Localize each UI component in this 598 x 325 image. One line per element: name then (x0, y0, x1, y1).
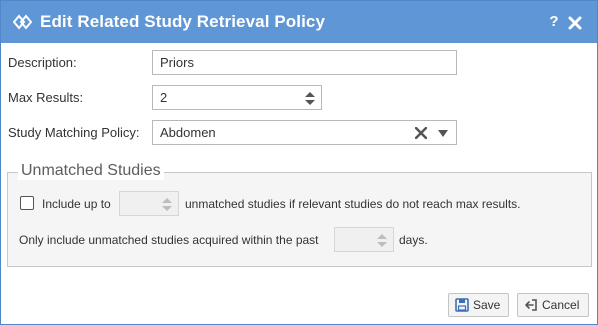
cancel-button[interactable]: Cancel (517, 293, 589, 317)
diamond-link-icon (13, 14, 33, 30)
max-results-stepper[interactable]: 2 (152, 85, 322, 110)
matching-policy-select[interactable]: Abdomen (152, 120, 457, 145)
dialog-title: Edit Related Study Retrieval Policy (40, 12, 326, 31)
include-count-stepper[interactable] (119, 191, 179, 216)
exit-icon (525, 299, 537, 311)
spinner-arrows-icon[interactable] (377, 234, 387, 247)
unmatched-studies-legend: Unmatched Studies (18, 162, 164, 180)
dialog-titlebar: Edit Related Study Retrieval Policy ? (1, 1, 597, 43)
cancel-button-label: Cancel (542, 298, 580, 312)
description-label: Description: (8, 55, 77, 70)
chevron-down-icon[interactable] (438, 130, 448, 137)
save-button-label: Save (473, 298, 501, 312)
description-input[interactable]: Priors (152, 50, 457, 75)
close-icon[interactable] (567, 13, 583, 31)
spinner-arrows-icon[interactable] (162, 198, 172, 211)
include-prefix-text: Include up to (42, 197, 111, 211)
unmatched-studies-group (7, 172, 592, 267)
max-results-label: Max Results: (8, 90, 84, 105)
max-results-value: 2 (160, 90, 168, 105)
include-suffix-text: unmatched studies if relevant studies do… (185, 197, 521, 211)
description-value: Priors (160, 55, 194, 70)
clear-icon[interactable] (415, 127, 427, 139)
within-prefix-text: Only include unmatched studies acquired … (19, 233, 319, 247)
matching-policy-value: Abdomen (160, 125, 216, 140)
save-icon (455, 298, 469, 312)
dialog: Edit Related Study Retrieval Policy ? De… (0, 0, 598, 325)
include-unmatched-checkbox[interactable] (20, 196, 34, 210)
save-button[interactable]: Save (448, 293, 509, 317)
spinner-arrows-icon[interactable] (305, 92, 315, 105)
matching-policy-label: Study Matching Policy: (8, 125, 140, 140)
help-button[interactable]: ? (546, 13, 562, 31)
within-suffix-text: days. (399, 233, 428, 247)
within-days-stepper[interactable] (334, 227, 394, 252)
